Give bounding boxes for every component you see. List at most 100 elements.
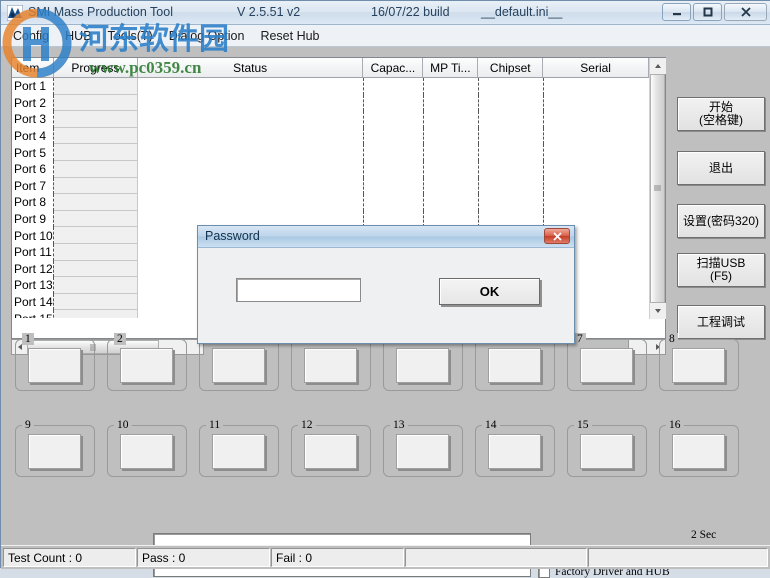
port-slot-8[interactable]: 8 xyxy=(659,333,739,391)
table-row[interactable]: Port 8 xyxy=(12,194,665,211)
port-slot-indicator[interactable] xyxy=(304,434,357,469)
column-header-item[interactable]: Item xyxy=(12,58,54,77)
port-slot-7[interactable]: 7 xyxy=(567,333,647,391)
cell-capacity xyxy=(364,194,424,211)
port-slot-label: 2 xyxy=(114,333,126,345)
settings-button[interactable]: 设置(密码320) xyxy=(677,204,765,238)
cell-progress xyxy=(54,310,138,318)
cell-item: Port 10 xyxy=(14,227,54,244)
cell-mp-time xyxy=(424,177,479,195)
menu-item-config[interactable]: Config xyxy=(5,27,57,45)
port-slot-indicator[interactable] xyxy=(396,434,449,469)
cell-serial xyxy=(544,95,665,112)
column-header-capacity[interactable]: Capac... xyxy=(363,58,424,77)
port-slot-label: 12 xyxy=(298,419,316,431)
column-header-progress[interactable]: Progress xyxy=(53,58,138,77)
menu-item-hub[interactable]: HUB xyxy=(57,27,99,45)
port-slot-indicator[interactable] xyxy=(488,434,541,469)
port-slot-indicator[interactable] xyxy=(304,348,357,383)
port-slot-10[interactable]: 10 xyxy=(107,419,187,477)
cell-item: Port 8 xyxy=(12,194,54,211)
app-icon xyxy=(6,4,24,22)
port-slot-indicator[interactable] xyxy=(28,434,81,469)
menu-item-dialog-option[interactable]: Dialog Option xyxy=(161,27,253,45)
port-slot-indicator[interactable] xyxy=(488,348,541,383)
table-row[interactable]: Port 5 xyxy=(12,144,665,161)
port-slot-9[interactable]: 9 xyxy=(15,419,95,477)
cell-chipset xyxy=(479,111,544,128)
application-window: SMI Mass Production Tool V 2.5.51 v2 16/… xyxy=(0,0,770,578)
scan-usb-label-2: (F5) xyxy=(710,269,732,283)
port-slot-11[interactable]: 11 xyxy=(199,419,279,477)
port-slot-indicator[interactable] xyxy=(580,348,633,383)
table-row[interactable]: Port 6 xyxy=(12,160,665,178)
port-slot-indicator[interactable] xyxy=(120,348,173,383)
column-header-status[interactable]: Status xyxy=(137,58,364,77)
port-slot-indicator[interactable] xyxy=(672,434,725,469)
cell-item: Port 12 xyxy=(14,260,54,278)
vertical-scroll-thumb[interactable] xyxy=(650,74,665,303)
table-row[interactable]: Port 4 xyxy=(12,127,665,145)
scroll-down-icon[interactable] xyxy=(650,303,666,319)
cell-item: Port 13 xyxy=(14,277,54,294)
scroll-up-icon[interactable] xyxy=(650,58,666,74)
cell-chipset xyxy=(479,94,544,112)
table-vertical-scrollbar[interactable] xyxy=(649,58,666,319)
port-slot-indicator[interactable] xyxy=(396,348,449,383)
table-row[interactable]: Port 1 xyxy=(12,78,665,95)
port-slot-label: 14 xyxy=(482,419,500,431)
column-header-mp-time[interactable]: MP Ti... xyxy=(423,58,479,77)
port-slot-indicator[interactable] xyxy=(580,434,633,469)
cell-item: Port 1 xyxy=(12,78,54,95)
password-dialog-close-button[interactable] xyxy=(544,228,570,244)
close-button[interactable] xyxy=(724,3,767,21)
table-row[interactable]: Port 7 xyxy=(12,177,665,195)
port-slot-indicator[interactable] xyxy=(212,434,265,469)
port-slot-1[interactable]: 1 xyxy=(15,333,95,391)
cell-item: Port 11 xyxy=(12,243,54,261)
window-version: V 2.5.51 v2 xyxy=(237,5,301,19)
port-slot-indicator[interactable] xyxy=(212,348,265,383)
port-slot-label: 15 xyxy=(574,419,592,431)
menu-item-reset-hub[interactable]: Reset Hub xyxy=(252,27,327,45)
cell-progress xyxy=(54,277,138,294)
cell-status xyxy=(138,127,364,145)
cell-chipset xyxy=(479,177,544,195)
engineering-debug-label: 工程调试 xyxy=(696,314,745,329)
password-ok-button[interactable]: OK xyxy=(439,278,540,305)
port-slot-14[interactable]: 14 xyxy=(475,419,555,477)
minimize-button[interactable] xyxy=(662,3,691,21)
password-input[interactable] xyxy=(236,278,361,302)
cell-serial xyxy=(544,128,665,145)
port-slot-2[interactable]: 2 xyxy=(107,333,187,391)
cell-serial xyxy=(544,111,665,128)
cell-chipset xyxy=(479,144,544,161)
cell-mp-time xyxy=(424,160,479,178)
cell-status xyxy=(138,111,364,128)
port-slot-indicator[interactable] xyxy=(120,434,173,469)
port-slot-label: 8 xyxy=(666,333,678,345)
exit-button[interactable]: 退出 xyxy=(677,151,765,185)
column-header-chipset[interactable]: Chipset xyxy=(478,58,544,77)
cell-progress xyxy=(54,293,138,311)
window-title: SMI Mass Production Tool xyxy=(28,5,173,19)
settings-button-label: 设置(密码320) xyxy=(682,213,759,228)
column-header-serial[interactable]: Serial xyxy=(543,58,650,77)
port-slot-label: 13 xyxy=(390,419,408,431)
start-button[interactable]: 开始 (空格键) xyxy=(677,97,765,131)
table-row[interactable]: Port 2 xyxy=(12,94,665,112)
cell-progress xyxy=(54,144,138,161)
port-slot-15[interactable]: 15 xyxy=(567,419,647,477)
scan-usb-button[interactable]: 扫描USB (F5) xyxy=(677,253,765,287)
cell-mp-time xyxy=(424,194,479,211)
menu-item-tools[interactable]: Tools(T) xyxy=(100,27,161,45)
port-slot-12[interactable]: 12 xyxy=(291,419,371,477)
maximize-button[interactable] xyxy=(693,3,722,21)
port-slot-16[interactable]: 16 xyxy=(659,419,739,477)
port-slot-indicator[interactable] xyxy=(28,348,81,383)
cell-capacity xyxy=(364,177,424,195)
cell-mp-time xyxy=(424,94,479,112)
table-row[interactable]: Port 3 xyxy=(12,111,665,128)
port-slot-indicator[interactable] xyxy=(672,348,725,383)
port-slot-13[interactable]: 13 xyxy=(383,419,463,477)
